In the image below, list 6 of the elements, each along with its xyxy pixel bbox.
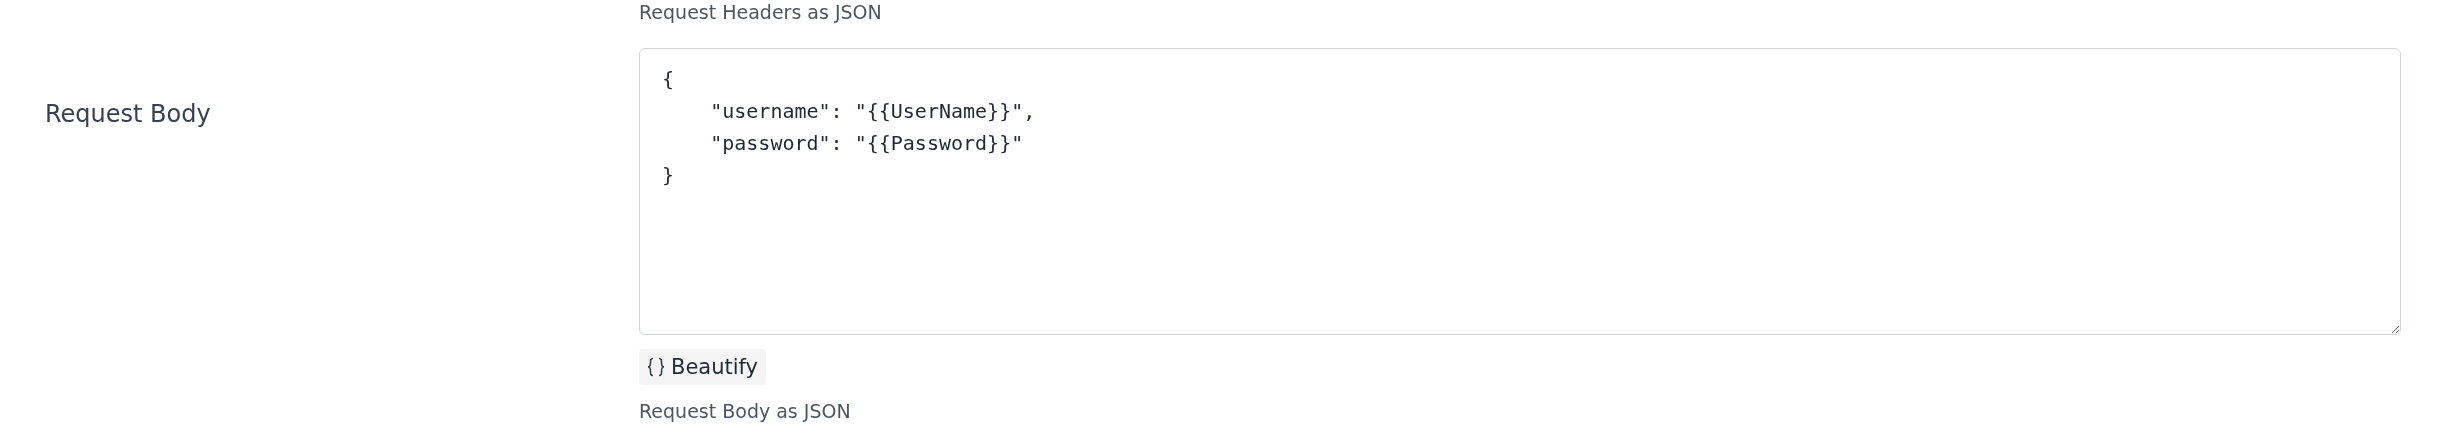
field-hint: Request Body as JSON xyxy=(639,398,851,423)
field-label: Request Body xyxy=(44,98,212,130)
beautify-button[interactable]: Beautify xyxy=(639,348,767,385)
braces-icon xyxy=(647,356,665,377)
code-field[interactable]: { "username": "{{UserName}}", "password": "{{Password}}" } xyxy=(639,47,2401,335)
field-hint: Request Headers as JSON xyxy=(639,0,883,25)
